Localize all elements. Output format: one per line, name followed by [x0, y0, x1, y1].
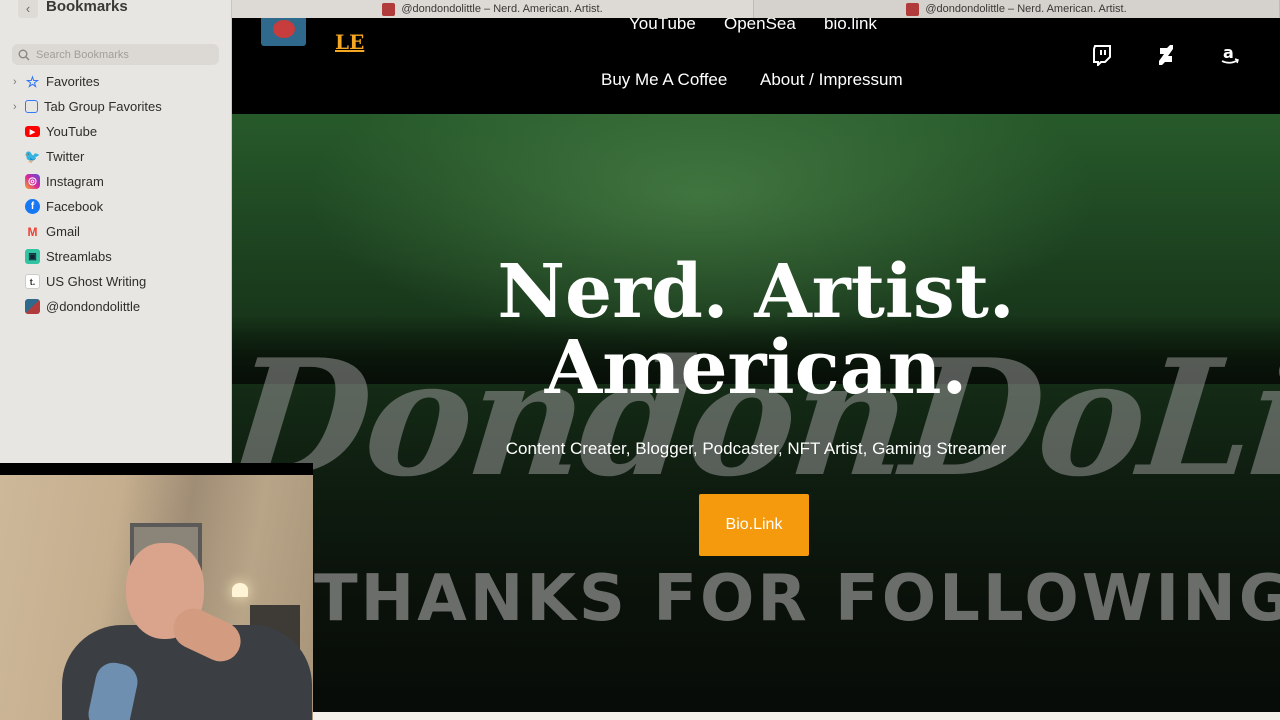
facebook-icon: f [25, 199, 40, 214]
search-icon [18, 49, 30, 60]
webcam-video [0, 475, 313, 720]
site-logo-image[interactable] [261, 18, 306, 46]
amazon-icon[interactable]: a [1219, 44, 1241, 66]
nav-link-buy-me-a-coffee[interactable]: Buy Me A Coffee [601, 70, 727, 90]
bookmark-gmail[interactable]: M Gmail [0, 219, 232, 244]
hero-section: DondonDoLittl THANKS FOR FOLLOWING Nerd.… [232, 114, 1280, 720]
bookmark-label: Facebook [46, 199, 104, 214]
tab-bar: @dondondolittle – Nerd. American. Artist… [232, 0, 1280, 18]
hero-watermark-caption: THANKS FOR FOLLOWING [314, 562, 1280, 636]
bookmarks-list: › ☆ Favorites › Tab Group Favorites ▶ Yo… [0, 69, 232, 319]
bookmark-tab-group-favorites[interactable]: › Tab Group Favorites [0, 94, 232, 119]
youtube-icon: ▶ [25, 126, 40, 137]
nav-link-about-impressum[interactable]: About / Impressum [760, 70, 903, 90]
hero-subline: Content Creater, Blogger, Podcaster, NFT… [505, 439, 1007, 458]
bookmark-facebook[interactable]: f Facebook [0, 194, 232, 219]
streamlabs-icon: ▣ [25, 249, 40, 264]
bookmark-favorites[interactable]: › ☆ Favorites [0, 69, 232, 94]
hero-headline: Nerd. Artist. American. [232, 254, 1280, 406]
search-bookmarks-field[interactable] [12, 44, 219, 65]
bookmark-label: Twitter [46, 149, 85, 164]
gmail-icon: M [27, 224, 38, 239]
svg-text:a: a [1223, 44, 1234, 62]
site-favicon-icon [906, 2, 920, 16]
bookmark-label: Gmail [46, 224, 80, 239]
browser-tab[interactable]: @dondondolittle – Nerd. American. Artist… [754, 0, 1280, 18]
bookmark-twitter[interactable]: 🐦 Twitter [0, 144, 232, 169]
bookmark-label: @dondondolittle [46, 299, 141, 314]
tab-title: @dondondolittle – Nerd. American. Artist… [925, 3, 1127, 15]
biolink-cta-button[interactable]: Bio.Link [699, 494, 809, 556]
website-viewport: LE YouTube OpenSea bio.link Buy Me A Cof… [232, 18, 1280, 720]
bookmark-label: Favorites [46, 74, 100, 89]
bookmark-label: YouTube [46, 124, 98, 139]
bookmark-label: US Ghost Writing [46, 274, 147, 289]
bookmark-instagram[interactable]: ◎ Instagram [0, 169, 232, 194]
site-logo-text[interactable]: LE [335, 30, 364, 54]
sidebar-title: Bookmarks [46, 0, 128, 15]
chevron-right-icon[interactable]: › [13, 76, 17, 88]
twitch-icon[interactable] [1091, 44, 1113, 66]
search-bookmarks-input[interactable] [36, 48, 206, 61]
nav-link-opensea[interactable]: OpenSea [724, 18, 796, 34]
nav-link-biolink[interactable]: bio.link [824, 18, 877, 34]
site-favicon-icon [382, 2, 396, 16]
ghost-writing-icon: t. [25, 274, 40, 289]
back-chevron-icon[interactable]: ‹ [18, 0, 38, 18]
bookmark-dondondolittle[interactable]: @dondondolittle [0, 294, 232, 319]
hero-headline-line2: American. [544, 325, 968, 411]
instagram-icon: ◎ [25, 174, 40, 189]
star-icon: ☆ [25, 73, 40, 91]
bookmark-streamlabs[interactable]: ▣ Streamlabs [0, 244, 232, 269]
chevron-right-icon[interactable]: › [13, 101, 17, 113]
content-below-hero [232, 712, 1280, 720]
bookmark-label: Instagram [46, 174, 104, 189]
bookmark-youtube[interactable]: ▶ YouTube [0, 119, 232, 144]
deviantart-icon[interactable] [1155, 44, 1177, 66]
twitter-icon: 🐦 [24, 148, 41, 164]
sidebar-header: ‹ Bookmarks [0, 0, 232, 18]
webcam-overlay [0, 463, 313, 720]
tab-title: @dondondolittle – Nerd. American. Artist… [401, 3, 603, 15]
bookmark-label: Tab Group Favorites [44, 99, 162, 114]
browser-tab-active[interactable]: @dondondolittle – Nerd. American. Artist… [232, 0, 754, 18]
hero-headline-line1: Nerd. Artist. [497, 249, 1015, 335]
tab-group-icon [25, 100, 38, 113]
site-favicon-icon [25, 299, 40, 314]
bookmark-us-ghost-writing[interactable]: t. US Ghost Writing [0, 269, 232, 294]
bookmark-label: Streamlabs [46, 249, 112, 264]
lamp [232, 583, 248, 597]
nav-link-youtube[interactable]: YouTube [629, 18, 696, 34]
